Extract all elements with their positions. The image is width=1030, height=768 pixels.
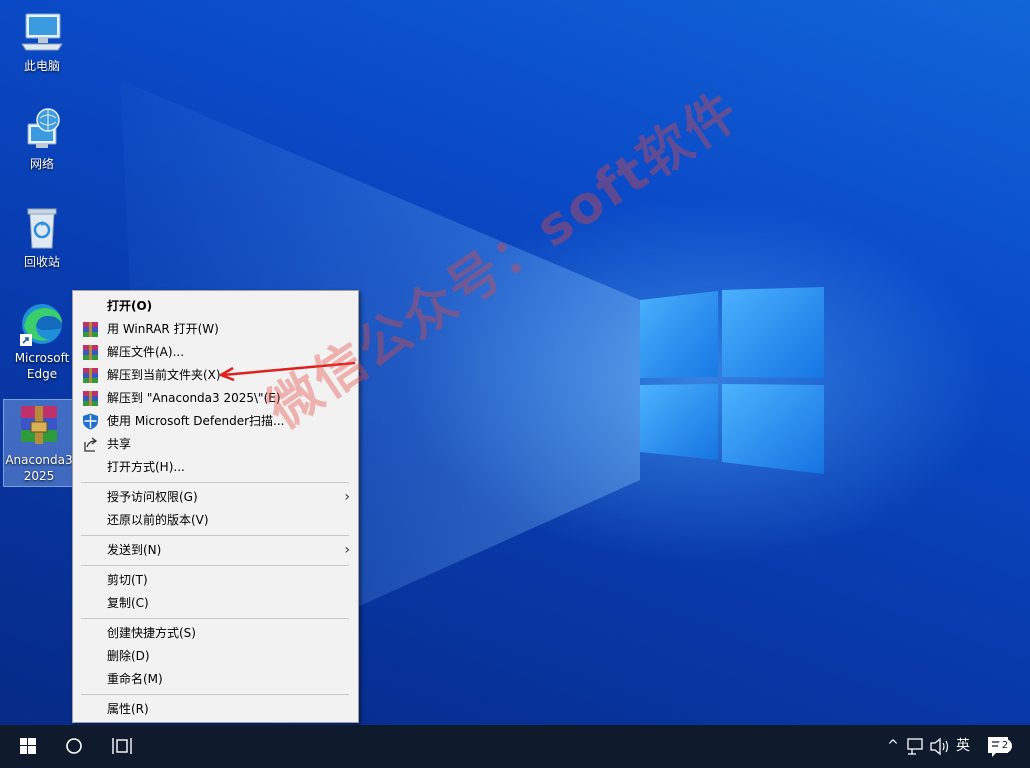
menu-item-delete[interactable]: 删除(D)	[73, 645, 358, 668]
annotation-arrow	[219, 361, 356, 382]
menu-item-send-to[interactable]: 发送到(N) ›	[73, 539, 358, 562]
menu-item-label: 打开方式(H)...	[107, 460, 185, 474]
menu-item-open-with-winrar[interactable]: 用 WinRAR 打开(W)	[73, 318, 358, 341]
menu-item-cut[interactable]: 剪切(T)	[73, 569, 358, 592]
search-button[interactable]	[50, 725, 98, 768]
action-center-button[interactable]: 2	[982, 725, 1016, 768]
menu-item-label: 属性(R)	[107, 702, 149, 716]
menu-item-open[interactable]: 打开(O)	[73, 295, 358, 318]
desktop-icon-label-line1: Microsoft	[14, 351, 70, 365]
menu-item-copy[interactable]: 复制(C)	[73, 592, 358, 615]
share-icon	[84, 437, 98, 452]
desktop-icon-label-line1: Anaconda3	[5, 453, 73, 467]
network-tray-button[interactable]	[904, 725, 928, 768]
menu-separator	[81, 565, 349, 566]
menu-item-label: 共享	[107, 437, 132, 451]
desktop-icon-label: Microsoft Edge	[4, 350, 80, 382]
desktop[interactable]: 此电脑 网络 回收站 Microsoft Edge Anaconda3 2025…	[0, 0, 1030, 725]
desktop-icon-label: 网络	[29, 157, 54, 171]
winrar-archive-icon	[21, 406, 57, 444]
notification-count-badge: 2	[998, 739, 1012, 753]
taskbar: ^ 英 2	[0, 725, 1030, 768]
winrar-icon	[83, 322, 98, 337]
menu-item-give-access[interactable]: 授予访问权限(G) ›	[73, 486, 358, 509]
menu-item-label: 解压到当前文件夹(X)	[107, 368, 221, 382]
menu-item-properties[interactable]: 属性(R)	[73, 698, 358, 721]
menu-item-label: 打开(O)	[107, 299, 153, 313]
task-view-icon	[112, 738, 132, 754]
menu-item-create-shortcut[interactable]: 创建快捷方式(S)	[73, 622, 358, 645]
menu-item-extract-to-folder[interactable]: 解压到 "Anaconda3 2025\"(E)	[73, 387, 358, 410]
desktop-icon-anaconda3-archive[interactable]: Anaconda3 2025	[3, 399, 75, 487]
recycle-bin-icon	[27, 208, 57, 249]
menu-item-label: 发送到(N)	[107, 543, 162, 557]
desktop-icon-label-line2: Edge	[26, 367, 58, 381]
task-view-button[interactable]	[98, 725, 146, 768]
menu-item-label: 使用 Microsoft Defender扫描...	[107, 414, 285, 428]
desktop-icon-label-line2: 2025	[23, 469, 55, 483]
defender-shield-icon	[83, 413, 98, 430]
start-button[interactable]	[4, 725, 52, 768]
menu-item-open-with[interactable]: 打开方式(H)...	[73, 456, 358, 479]
menu-separator	[81, 618, 349, 619]
menu-item-label: 解压到 "Anaconda3 2025\"(E)	[107, 391, 281, 405]
winrar-icon	[83, 391, 98, 406]
menu-item-label: 授予访问权限(G)	[107, 490, 198, 504]
menu-item-label: 解压文件(A)...	[107, 345, 185, 359]
desktop-icon-recycle-bin[interactable]: 回收站	[4, 204, 80, 270]
computer-icon	[21, 13, 63, 51]
menu-item-share[interactable]: 共享	[73, 433, 358, 456]
network-icon	[27, 108, 60, 148]
menu-item-label: 剪切(T)	[107, 573, 148, 587]
desktop-icon-label: Anaconda3 2025	[4, 452, 74, 484]
menu-separator	[81, 535, 349, 536]
windows-logo-icon	[20, 738, 36, 754]
chevron-right-icon: ›	[344, 542, 350, 558]
menu-item-defender-scan[interactable]: 使用 Microsoft Defender扫描...	[73, 410, 358, 433]
speaker-icon	[930, 737, 949, 756]
menu-separator	[81, 482, 349, 483]
volume-tray-button[interactable]	[928, 725, 952, 768]
menu-item-label: 复制(C)	[107, 596, 149, 610]
desktop-icon-network[interactable]: 网络	[4, 106, 80, 172]
desktop-icon-this-pc[interactable]: 此电脑	[4, 8, 80, 74]
desktop-icon-label: 此电脑	[23, 59, 60, 73]
chevron-right-icon: ›	[344, 489, 350, 505]
edge-icon	[20, 304, 62, 346]
menu-item-label: 重命名(M)	[107, 672, 163, 686]
winrar-icon	[83, 368, 98, 383]
input-method-button[interactable]: 英	[952, 725, 974, 768]
menu-item-rename[interactable]: 重命名(M)	[73, 668, 358, 691]
menu-item-label: 还原以前的版本(V)	[107, 513, 209, 527]
desktop-icon-edge[interactable]: Microsoft Edge	[4, 300, 80, 382]
context-menu: 打开(O) 用 WinRAR 打开(W) 解压文件(A)... 解压到当前文件夹…	[72, 290, 359, 723]
cortana-circle-icon	[66, 738, 82, 754]
menu-separator	[81, 694, 349, 695]
ime-label: 英	[956, 738, 970, 754]
winrar-icon	[83, 345, 98, 360]
chevron-up-icon: ^	[887, 738, 899, 754]
menu-item-label: 创建快捷方式(S)	[107, 626, 196, 640]
menu-item-label: 删除(D)	[107, 649, 150, 663]
network-wired-icon	[907, 738, 923, 755]
desktop-icon-label: 回收站	[23, 255, 60, 269]
menu-item-label: 用 WinRAR 打开(W)	[107, 322, 219, 336]
menu-item-restore-previous-versions[interactable]: 还原以前的版本(V)	[73, 509, 358, 532]
show-hidden-icons-button[interactable]: ^	[882, 725, 904, 768]
